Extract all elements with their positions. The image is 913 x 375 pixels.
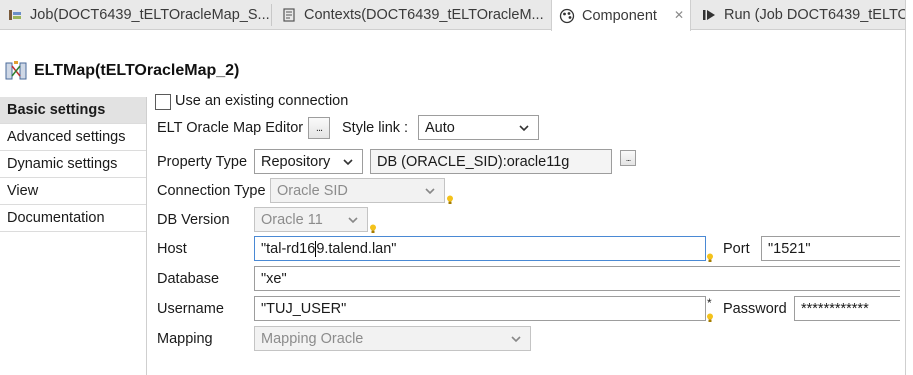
password-input[interactable]: ************ xyxy=(794,296,900,321)
tab-job-label: Job(DOCT6439_tELTOracleMap_S... xyxy=(30,7,270,23)
property-type-value: Repository xyxy=(261,153,331,170)
style-link-select[interactable]: Auto xyxy=(418,115,539,140)
mapping-label: Mapping xyxy=(157,331,213,347)
eltmap-icon xyxy=(5,61,27,80)
db-version-select[interactable]: Oracle 11 xyxy=(254,207,368,232)
nav-item-label: View xyxy=(7,183,39,199)
chevron-down-icon xyxy=(343,159,353,166)
component-title: ELTMap(tELTOracleMap_2) xyxy=(5,58,239,84)
use-existing-connection-label: Use an existing connection xyxy=(175,93,349,109)
nav-item-label: Dynamic settings xyxy=(7,156,118,172)
port-input[interactable]: "1521" xyxy=(761,236,900,261)
host-label: Host xyxy=(157,241,187,257)
property-type-select[interactable]: Repository xyxy=(254,149,363,174)
open-map-editor-button[interactable]: ... xyxy=(308,117,330,139)
style-link-value: Auto xyxy=(425,119,455,136)
db-version-label: DB Version xyxy=(157,212,230,228)
nav-item-documentation[interactable]: Documentation xyxy=(0,205,146,232)
host-input[interactable]: "tal-rd16 9.talend.lan" xyxy=(254,236,706,261)
database-value: "xe" xyxy=(261,270,287,287)
chevron-down-icon xyxy=(511,336,521,343)
browse-repository-button[interactable]: ... xyxy=(620,150,636,166)
editor-tab-bar: Job(DOCT6439_tELTOracleMap_S... Contexts… xyxy=(0,0,905,31)
close-icon[interactable]: ✕ xyxy=(674,8,684,22)
hint-bulb-icon xyxy=(370,224,376,233)
job-icon xyxy=(6,6,24,24)
map-editor-label: ELT Oracle Map Editor xyxy=(157,120,304,136)
username-label: Username xyxy=(157,301,224,317)
nav-item-label: Documentation xyxy=(7,210,105,226)
database-input[interactable]: "xe" xyxy=(254,266,900,291)
hint-bulb-icon xyxy=(707,253,713,262)
window-edge xyxy=(905,0,913,375)
host-value-end: 9.talend.lan" xyxy=(316,240,397,257)
component-title-text: ELTMap(tELTOracleMap_2) xyxy=(34,62,240,79)
settings-nav: Basic settings Advanced settings Dynamic… xyxy=(0,97,147,375)
nav-item-label: Basic settings xyxy=(7,102,106,118)
tab-component-label: Component xyxy=(582,7,657,24)
contexts-icon xyxy=(280,6,298,24)
port-value: "1521" xyxy=(768,240,811,257)
tab-separator xyxy=(271,4,272,26)
chevron-down-icon xyxy=(348,217,358,224)
hint-bulb-icon xyxy=(707,313,713,322)
chevron-down-icon xyxy=(425,188,435,195)
tab-run-label: Run (Job DOCT6439_tELTO xyxy=(724,7,905,23)
nav-item-basic-settings[interactable]: Basic settings xyxy=(0,97,146,124)
hint-bulb-icon xyxy=(447,195,453,204)
nav-item-advanced-settings[interactable]: Advanced settings xyxy=(0,124,146,151)
username-value: "TUJ_USER" xyxy=(261,300,347,317)
chevron-down-icon xyxy=(519,125,529,132)
nav-item-view[interactable]: View xyxy=(0,178,146,205)
port-label: Port xyxy=(723,241,750,257)
connection-type-value: Oracle SID xyxy=(277,182,348,199)
username-input[interactable]: "TUJ_USER" xyxy=(254,296,706,321)
run-icon xyxy=(700,6,718,24)
host-value-start: "tal-rd16 xyxy=(261,240,316,257)
tab-contexts[interactable]: Contexts(DOCT6439_tELTOracleM... xyxy=(274,0,550,30)
tab-contexts-label: Contexts(DOCT6439_tELTOracleM... xyxy=(304,7,544,23)
use-existing-connection-checkbox[interactable] xyxy=(155,94,171,110)
property-type-label: Property Type xyxy=(157,154,248,170)
component-icon xyxy=(558,7,576,25)
tab-run[interactable]: Run (Job DOCT6439_tELTO xyxy=(694,0,905,30)
repository-value: DB (ORACLE_SID):oracle11g xyxy=(377,153,570,170)
mapping-value: Mapping Oracle xyxy=(261,330,364,347)
database-label: Database xyxy=(157,271,220,287)
connection-type-select[interactable]: Oracle SID xyxy=(270,178,445,203)
connection-type-label: Connection Type xyxy=(157,183,266,199)
password-label: Password xyxy=(723,301,787,317)
db-version-value: Oracle 11 xyxy=(261,211,323,228)
nav-item-dynamic-settings[interactable]: Dynamic settings xyxy=(0,151,146,178)
mapping-select[interactable]: Mapping Oracle xyxy=(254,326,531,351)
tab-component[interactable]: Component ✕ xyxy=(551,0,691,31)
required-marker: * xyxy=(707,296,712,310)
nav-item-label: Advanced settings xyxy=(7,129,126,145)
tab-job[interactable]: Job(DOCT6439_tELTOracleMap_S... xyxy=(0,0,270,30)
repository-field: DB (ORACLE_SID):oracle11g xyxy=(370,149,612,174)
password-value: ************ xyxy=(801,300,869,317)
style-link-label: Style link : xyxy=(342,120,409,136)
